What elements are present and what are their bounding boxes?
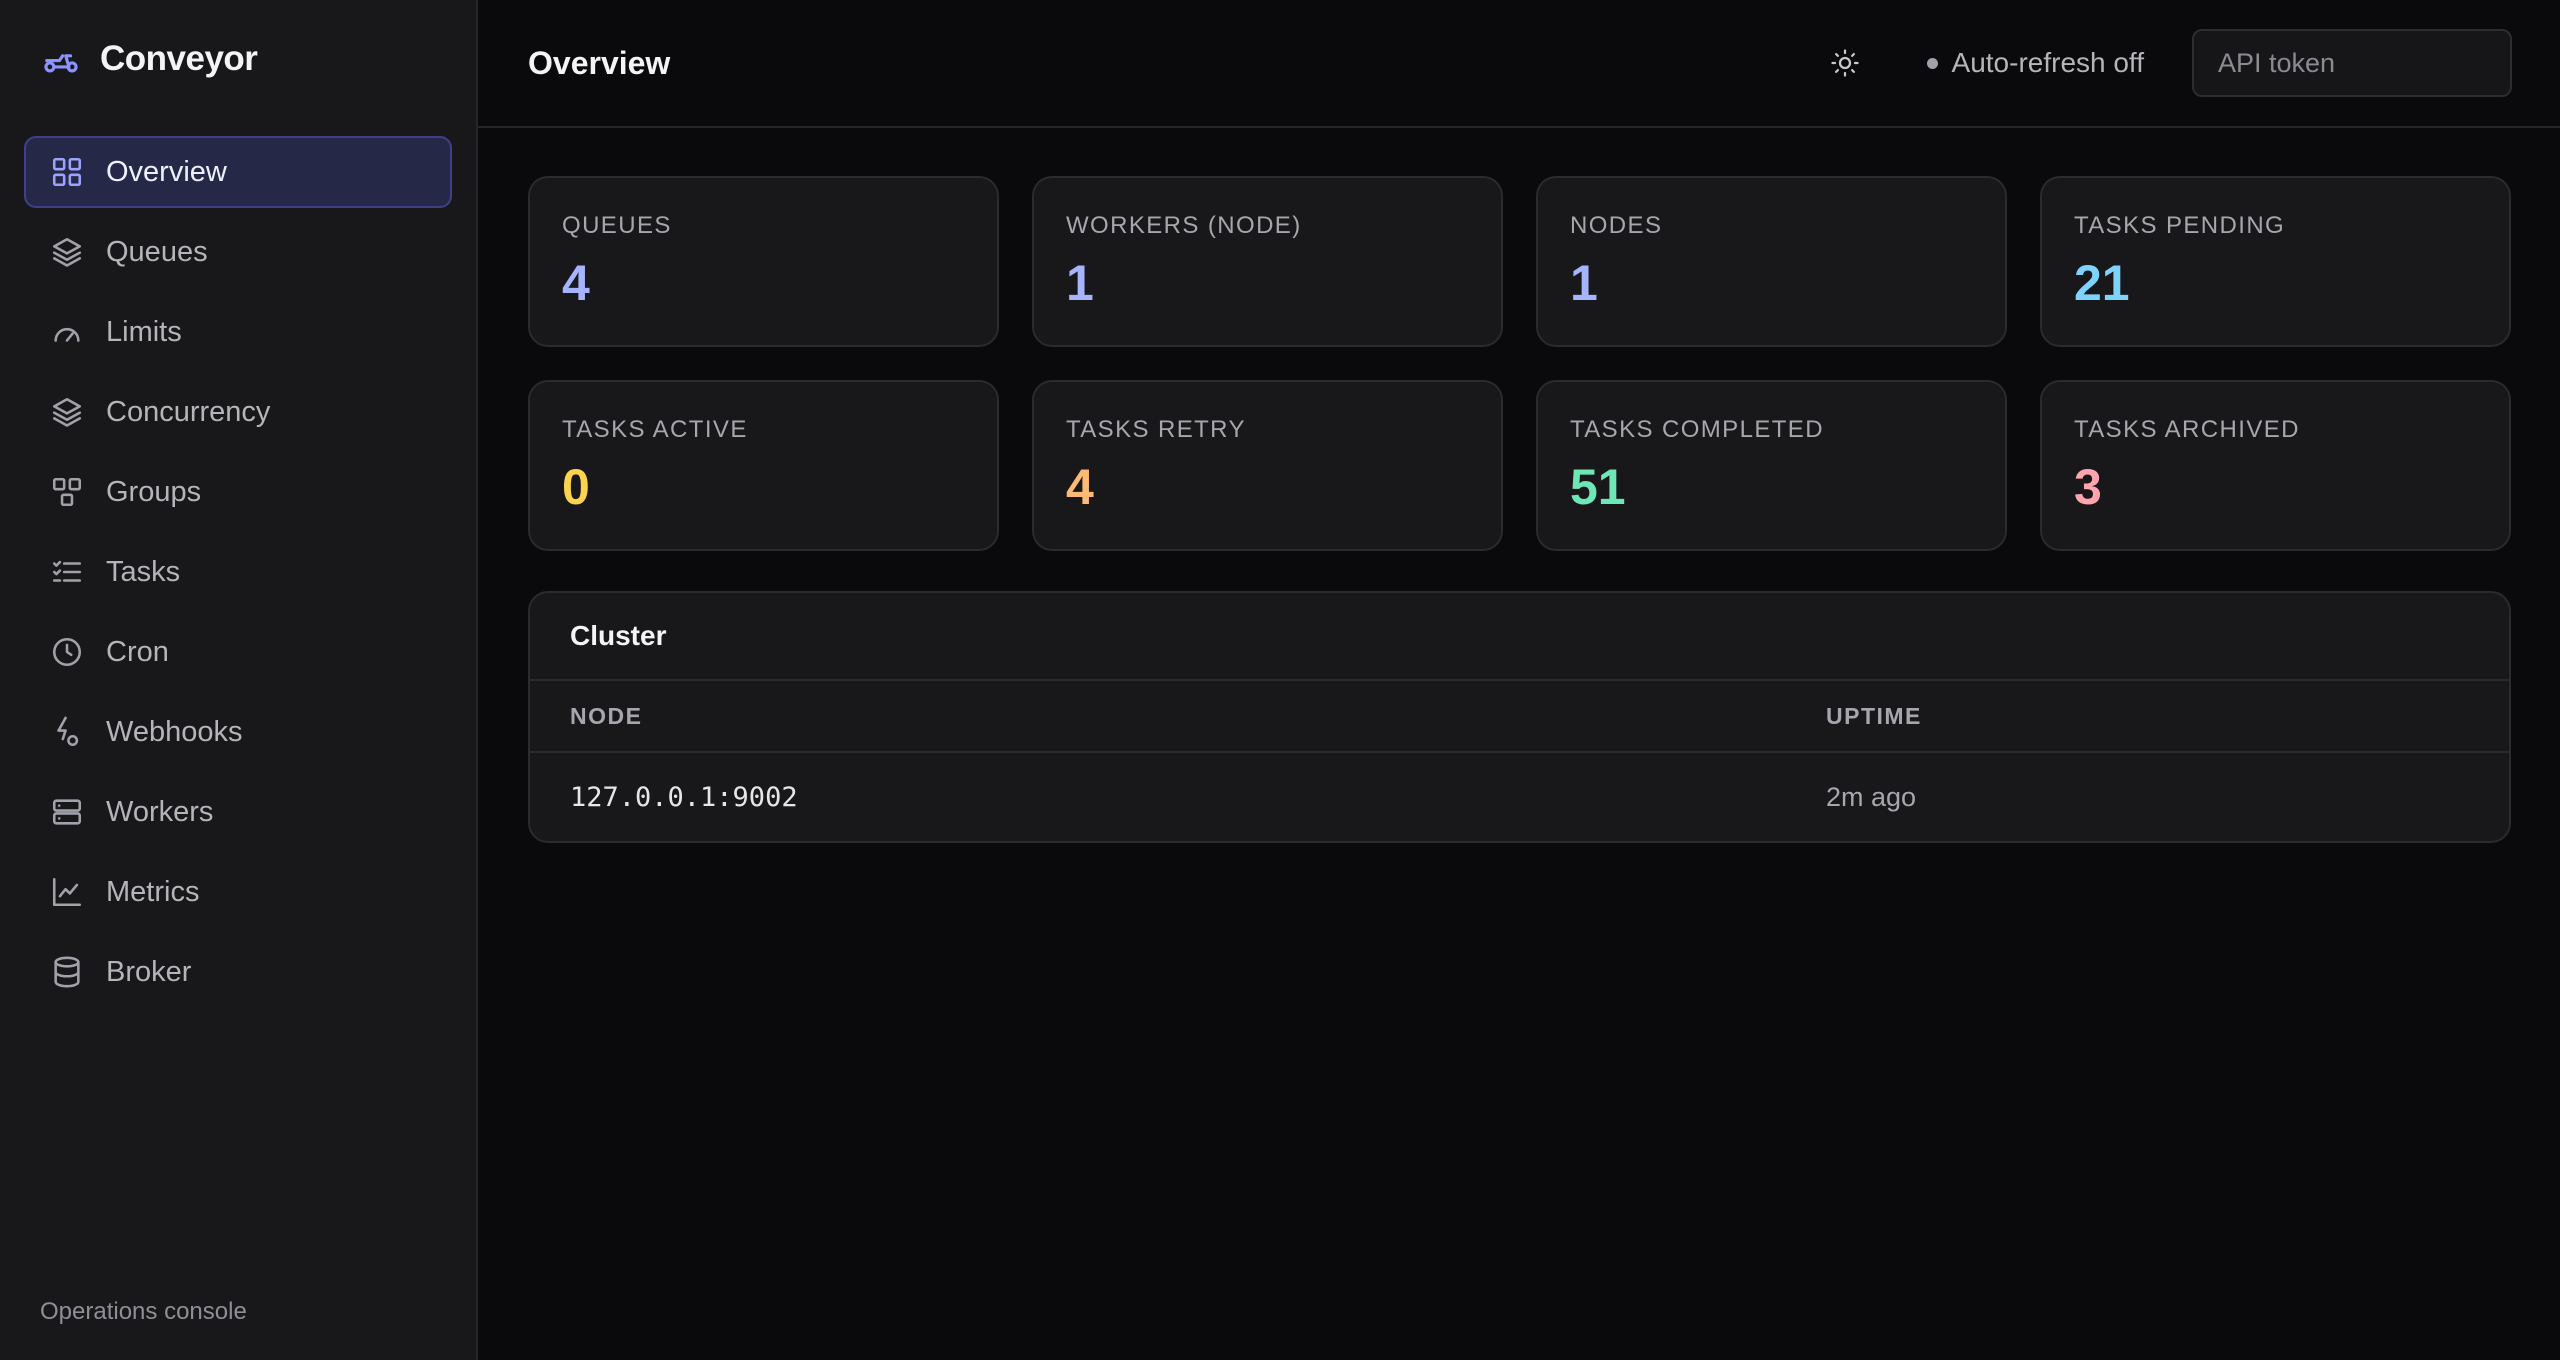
stat-label: WORKERS (NODE) — [1066, 212, 1302, 239]
brand[interactable]: Conveyor — [0, 0, 476, 118]
sidebar-item-label: Cron — [106, 635, 169, 668]
sidebar-item-label: Tasks — [106, 555, 181, 588]
sidebar-item-label: Limits — [106, 315, 182, 348]
stat-label: TASKS ACTIVE — [562, 416, 748, 443]
sidebar-item-label: Metrics — [106, 875, 200, 908]
stat-value: 51 — [1570, 459, 1626, 515]
stat-label: TASKS ARCHIVED — [2074, 416, 2300, 443]
clock-icon — [50, 635, 84, 669]
sidebar-item-label: Webhooks — [106, 715, 243, 748]
auto-refresh-toggle[interactable]: Auto-refresh off — [1926, 47, 2144, 79]
theme-toggle-button[interactable] — [1817, 35, 1873, 91]
sidebar-item-concurrency[interactable]: Concurrency — [24, 376, 452, 448]
cluster-table-header: NODE UPTIME — [530, 681, 2509, 753]
stat-value: 4 — [562, 255, 590, 311]
node-address: 127.0.0.1:9002 — [570, 781, 798, 813]
stat-value: 21 — [2074, 255, 2130, 311]
scooter-logo-icon — [42, 40, 80, 78]
sidebar-item-queues[interactable]: Queues — [24, 216, 452, 288]
sidebar-footer: Operations console — [40, 1298, 247, 1325]
stat-label: TASKS PENDING — [2074, 212, 2286, 239]
stat-card-tasks-completed: TASKS COMPLETED 51 — [1536, 380, 2007, 551]
sidebar-item-metrics[interactable]: Metrics — [24, 856, 452, 928]
stat-value: 3 — [2074, 459, 2102, 515]
server-icon — [50, 795, 84, 829]
sidebar-item-tasks[interactable]: Tasks — [24, 536, 452, 608]
app-name: Conveyor — [100, 39, 258, 78]
stat-card-queues: QUEUES 4 — [528, 176, 999, 347]
api-token-input[interactable] — [2192, 29, 2512, 97]
page-title: Overview — [528, 44, 671, 81]
layers-icon — [50, 395, 84, 429]
auto-refresh-label: Auto-refresh off — [1951, 47, 2144, 78]
sidebar-item-workers[interactable]: Workers — [24, 776, 452, 848]
app-shell: Conveyor Overview Queues Limits Concurre… — [0, 0, 2560, 1360]
sidebar-item-overview[interactable]: Overview — [24, 136, 452, 208]
sidebar-item-limits[interactable]: Limits — [24, 296, 452, 368]
layers-icon — [50, 235, 84, 269]
main-area: Overview Auto-refresh off API token QUEU… — [478, 0, 2560, 1360]
stat-value: 0 — [562, 459, 590, 515]
gauge-icon — [50, 315, 84, 349]
topbar: Overview Auto-refresh off — [478, 0, 2560, 128]
sidebar: Conveyor Overview Queues Limits Concurre… — [0, 0, 478, 1360]
database-icon — [50, 955, 84, 989]
overview-content: QUEUES 4 WORKERS (NODE) 1 NODES 1 TASKS … — [478, 128, 2560, 843]
sun-icon — [1830, 48, 1860, 78]
cluster-title: Cluster — [530, 593, 2509, 681]
table-row[interactable]: 127.0.0.1:9002 2m ago — [530, 753, 2509, 841]
groups-icon — [50, 475, 84, 509]
cluster-panel: Cluster NODE UPTIME 127.0.0.1:9002 2m ag… — [528, 591, 2511, 843]
sidebar-item-groups[interactable]: Groups — [24, 456, 452, 528]
sidebar-item-label: Broker — [106, 955, 192, 988]
list-checks-icon — [50, 555, 84, 589]
column-header-node: NODE — [570, 702, 643, 729]
sidebar-item-cron[interactable]: Cron — [24, 616, 452, 688]
stat-card-tasks-active: TASKS ACTIVE 0 — [528, 380, 999, 551]
status-dot-icon — [1926, 57, 1938, 69]
stat-label: TASKS RETRY — [1066, 416, 1246, 443]
sidebar-item-label: Queues — [106, 235, 208, 268]
stat-value: 4 — [1066, 459, 1094, 515]
sidebar-item-label: Groups — [106, 475, 202, 508]
sidebar-item-label: Concurrency — [106, 395, 271, 428]
stat-card-tasks-retry: TASKS RETRY 4 — [1032, 380, 1503, 551]
sidebar-nav: Overview Queues Limits Concurrency Group… — [0, 118, 476, 1008]
sidebar-item-webhooks[interactable]: Webhooks — [24, 696, 452, 768]
stat-label: NODES — [1570, 212, 1663, 239]
stat-label: QUEUES — [562, 212, 672, 239]
stat-card-workers: WORKERS (NODE) 1 — [1032, 176, 1503, 347]
stat-value: 1 — [1570, 255, 1598, 311]
webhook-icon — [50, 715, 84, 749]
column-header-uptime: UPTIME — [1826, 702, 1922, 729]
node-uptime: 2m ago — [1826, 781, 1917, 812]
stat-card-tasks-pending: TASKS PENDING 21 — [2040, 176, 2511, 347]
line-chart-icon — [50, 875, 84, 909]
sidebar-item-label: Overview — [106, 155, 227, 188]
stat-value: 1 — [1066, 255, 1094, 311]
sidebar-item-label: Workers — [106, 795, 214, 828]
grid-icon — [50, 155, 84, 189]
stat-label: TASKS COMPLETED — [1570, 416, 1824, 443]
stats-grid: QUEUES 4 WORKERS (NODE) 1 NODES 1 TASKS … — [528, 176, 2512, 551]
topbar-actions: Auto-refresh off — [1817, 29, 2512, 97]
stat-card-nodes: NODES 1 — [1536, 176, 2007, 347]
stat-card-tasks-archived: TASKS ARCHIVED 3 — [2040, 380, 2511, 551]
sidebar-item-broker[interactable]: Broker — [24, 936, 452, 1008]
